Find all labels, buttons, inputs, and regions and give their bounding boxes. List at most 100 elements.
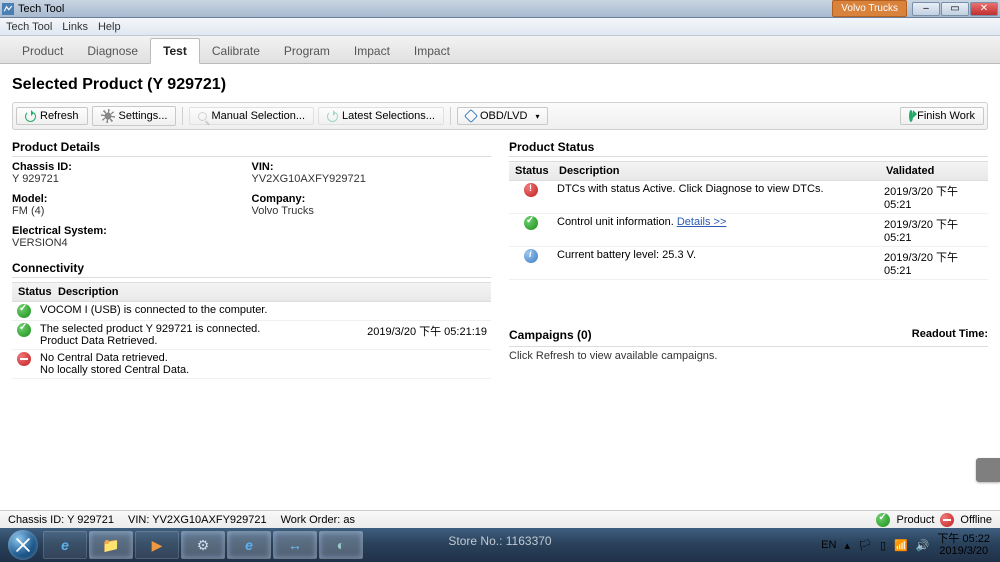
offline-icon bbox=[940, 513, 954, 527]
col-description: Description bbox=[553, 162, 880, 180]
window-titlebar: Tech Tool Volvo Trucks – ▭ ✕ bbox=[0, 0, 1000, 18]
btn-label: Manual Selection... bbox=[211, 110, 305, 122]
right-column: Product Status Status Description Valida… bbox=[509, 140, 988, 379]
tray-chevron-icon[interactable]: ▴ bbox=[844, 539, 850, 552]
menu-links[interactable]: Links bbox=[62, 21, 88, 33]
row-description: No Central Data retrieved.No locally sto… bbox=[36, 352, 361, 376]
taskbar-ie2[interactable]: e bbox=[227, 531, 271, 559]
connectivity-header-row: Status Description bbox=[12, 282, 491, 302]
connection-dropdown[interactable]: OBD/LVD ▾ bbox=[457, 107, 549, 125]
left-column: Product Details Chassis ID:Y 929721 VIN:… bbox=[12, 140, 491, 379]
tab-calibrate[interactable]: Calibrate bbox=[200, 39, 272, 63]
settings-button[interactable]: Settings... bbox=[92, 106, 177, 126]
status-row: Current battery level: 25.3 V.2019/3/20 … bbox=[509, 247, 988, 280]
info-icon bbox=[524, 249, 538, 263]
tray-network-icon[interactable]: 📶 bbox=[894, 539, 908, 552]
brand-button[interactable]: Volvo Trucks bbox=[832, 0, 907, 17]
company-label: Company: bbox=[252, 193, 492, 205]
minimize-button[interactable]: – bbox=[912, 2, 940, 16]
tab-test[interactable]: Test bbox=[150, 38, 200, 64]
lang-indicator[interactable]: EN bbox=[821, 539, 836, 551]
separator bbox=[182, 107, 183, 125]
flag-icon bbox=[909, 110, 913, 122]
btn-label: Refresh bbox=[40, 110, 79, 122]
windows-orb-icon bbox=[8, 530, 38, 560]
search-icon bbox=[198, 112, 207, 121]
tray-flag-icon[interactable]: 🏳 bbox=[858, 539, 872, 552]
row-validated: 2019/3/20 下午 05:21 bbox=[880, 183, 988, 211]
row-description: DTCs with status Active. Click Diagnose … bbox=[553, 183, 880, 195]
connectivity-row: No Central Data retrieved.No locally sto… bbox=[12, 350, 491, 379]
taskbar-video[interactable]: ▶ bbox=[135, 531, 179, 559]
status-offline: Offline bbox=[960, 514, 992, 526]
clock-date: 2019/3/20 bbox=[937, 545, 990, 557]
chassis-label: Chassis ID: bbox=[12, 161, 252, 173]
link-icon bbox=[464, 109, 478, 123]
tray-volume-icon[interactable]: 🔊 bbox=[916, 539, 930, 552]
status-header-row: Status Description Validated bbox=[509, 161, 988, 181]
tray-battery-icon[interactable]: ▯ bbox=[880, 539, 886, 552]
campaigns-heading: Campaigns (0) bbox=[509, 328, 592, 344]
connectivity-heading: Connectivity bbox=[12, 261, 491, 278]
row-validated: 2019/3/20 下午 05:21 bbox=[880, 249, 988, 277]
gear-icon bbox=[101, 109, 115, 123]
maximize-button[interactable]: ▭ bbox=[941, 2, 969, 16]
tab-program[interactable]: Program bbox=[272, 39, 342, 63]
status-row: Control unit information. Details >>2019… bbox=[509, 214, 988, 247]
history-icon bbox=[327, 111, 338, 122]
btn-label: OBD/LVD bbox=[480, 110, 527, 122]
status-product: Product bbox=[896, 514, 934, 526]
chevron-down-icon: ▾ bbox=[535, 112, 539, 121]
taskbar-teamviewer[interactable]: ↔ bbox=[273, 531, 317, 559]
tray-clock[interactable]: 下午 05:22 2019/3/20 bbox=[937, 533, 990, 557]
refresh-icon bbox=[25, 111, 36, 122]
row-description: The selected product Y 929721 is connect… bbox=[36, 323, 361, 347]
main-content: Selected Product (Y 929721) Refresh Sett… bbox=[0, 64, 1000, 524]
row-validated: 2019/3/20 下午 05:21 bbox=[880, 216, 988, 244]
refresh-button[interactable]: Refresh bbox=[16, 107, 88, 125]
status-vin: VIN: YV2XG10AXFY929721 bbox=[128, 514, 267, 526]
readout-time-label: Readout Time: bbox=[912, 328, 988, 344]
side-handle[interactable] bbox=[976, 458, 1000, 482]
row-description: Control unit information. Details >> bbox=[553, 216, 880, 228]
start-button[interactable] bbox=[4, 528, 42, 562]
btn-label: Settings... bbox=[119, 110, 168, 122]
ok-icon bbox=[524, 216, 538, 230]
details-link[interactable]: Details >> bbox=[677, 216, 727, 228]
taskbar-ie[interactable]: e bbox=[43, 531, 87, 559]
model-label: Model: bbox=[12, 193, 252, 205]
menu-help[interactable]: Help bbox=[98, 21, 121, 33]
watermark: Store No.: 1163370 bbox=[448, 534, 551, 548]
status-chassis: Chassis ID: Y 929721 bbox=[8, 514, 114, 526]
latest-selections-button: Latest Selections... bbox=[318, 107, 444, 125]
taskbar-explorer[interactable]: 📁 bbox=[89, 531, 133, 559]
system-tray[interactable]: EN ▴ 🏳 ▯ 📶 🔊 下午 05:22 2019/3/20 bbox=[821, 533, 996, 557]
elec-value: VERSION4 bbox=[12, 237, 491, 249]
btn-label: Finish Work bbox=[917, 110, 975, 122]
col-description: Description bbox=[52, 283, 491, 301]
finish-work-button[interactable]: Finish Work bbox=[900, 107, 984, 125]
connectivity-row: VOCOM I (USB) is connected to the comput… bbox=[12, 302, 491, 321]
close-button[interactable]: ✕ bbox=[970, 2, 998, 16]
tab-product[interactable]: Product bbox=[10, 39, 75, 63]
row-timestamp: 2019/3/20 下午 05:21:19 bbox=[361, 323, 491, 339]
status-order: Work Order: as bbox=[281, 514, 355, 526]
product-details-heading: Product Details bbox=[12, 140, 491, 157]
taskbar-app[interactable]: ◐ bbox=[319, 531, 363, 559]
error-icon bbox=[524, 183, 538, 197]
company-value: Volvo Trucks bbox=[252, 205, 492, 217]
status-row: DTCs with status Active. Click Diagnose … bbox=[509, 181, 988, 214]
tab-impact2[interactable]: Impact bbox=[402, 39, 462, 63]
clock-time: 下午 05:22 bbox=[937, 533, 990, 545]
taskbar-techtool[interactable]: ⚙ bbox=[181, 531, 225, 559]
vin-value: YV2XG10AXFY929721 bbox=[252, 173, 492, 185]
app-status-bar: Chassis ID: Y 929721 VIN: YV2XG10AXFY929… bbox=[0, 510, 1000, 528]
page-title: Selected Product (Y 929721) bbox=[12, 76, 988, 94]
btn-label: Latest Selections... bbox=[342, 110, 435, 122]
menu-techtool[interactable]: Tech Tool bbox=[6, 21, 52, 33]
connectivity-row: The selected product Y 929721 is connect… bbox=[12, 321, 491, 350]
ok-icon bbox=[17, 304, 31, 318]
tab-impact1[interactable]: Impact bbox=[342, 39, 402, 63]
product-status-heading: Product Status bbox=[509, 140, 988, 157]
tab-diagnose[interactable]: Diagnose bbox=[75, 39, 150, 63]
